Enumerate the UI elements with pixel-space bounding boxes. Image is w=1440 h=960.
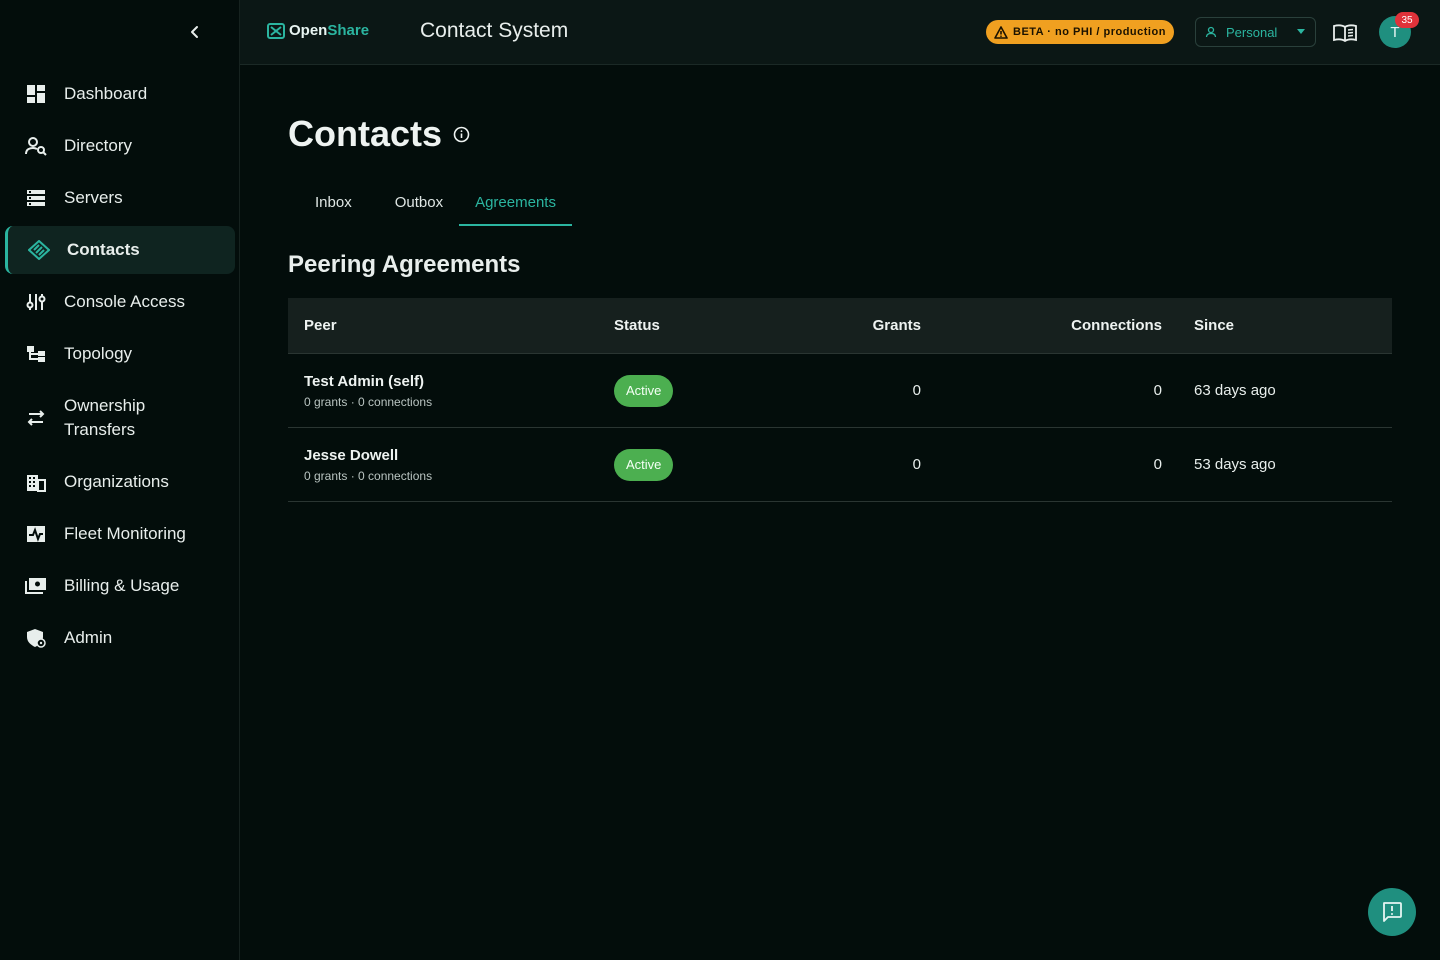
building-icon [25,471,47,493]
contacts-icon [28,239,50,261]
since-cell: 63 days ago [1194,382,1276,399]
sidebar-item-label: Directory [64,136,133,155]
column-header-grants[interactable]: Grants [768,317,921,334]
topology-icon [25,343,47,365]
column-header-peer[interactable]: Peer [288,317,598,334]
sidebar-item-dashboard[interactable]: Dashboard [5,70,235,118]
table-row[interactable]: Jesse Dowell 0 grants · 0 connections Ac… [288,428,1392,502]
caret-down-icon [1297,29,1305,34]
top-header: Open Share Contact System BETA · no PHI /… [240,0,1440,65]
docs-button[interactable] [1332,20,1358,46]
workspace-select-value: Personal [1226,24,1278,40]
peer-name: Jesse Dowell [304,446,399,464]
table-header: Peer Status Grants Connections Since [288,298,1392,354]
page-title-text: Contacts [288,113,443,154]
peer-cell: Test Admin (self) 0 grants · 0 connectio… [288,373,598,409]
logo-icon [267,22,285,39]
grants-cell: 0 [912,382,921,399]
logo-text-open: Open [289,22,328,39]
column-header-status[interactable]: Status [598,317,768,334]
beta-badge: BETA · no PHI / production [986,20,1174,44]
transfer-icon [25,407,47,429]
connections-cell: 0 [1153,382,1162,399]
sidebar-item-label: Dashboard [64,84,148,103]
monitoring-icon [25,523,47,545]
peer-summary: 0 grants · 0 connections [304,468,433,483]
grants-cell: 0 [912,456,921,473]
sidebar-item-label: Contacts [67,240,140,259]
openshare-logo[interactable]: Open Share [267,22,369,39]
peering-agreements-table: Peer Status Grants Connections Since Tes… [288,298,1392,502]
peer-name: Test Admin (self) [304,372,425,390]
feedback-icon [1383,902,1402,922]
sidebar-item-topology[interactable]: Topology [5,330,235,378]
sidebar-item-console-access[interactable]: Console Access [5,278,235,326]
workspace-select[interactable]: Personal [1195,17,1316,47]
sidebar-item-directory[interactable]: Directory [5,122,235,170]
sidebar-item-label: Ownership Transfers [64,396,146,439]
sidebar-item-label: Topology [64,344,133,363]
sidebar-item-label: Console Access [64,292,185,311]
chevron-left-icon [191,26,198,38]
sidebar-item-label: Fleet Monitoring [64,524,186,543]
sidebar-item-label: Organizations [64,472,169,491]
sidebar-item-ownership-transfers[interactable]: Ownership Transfers [5,382,235,454]
sidebar-item-servers[interactable]: Servers [5,174,235,222]
info-icon[interactable] [453,126,470,143]
servers-icon [25,187,47,209]
collapse-sidebar-button[interactable] [183,20,207,44]
column-header-since[interactable]: Since [1162,317,1392,334]
console-icon [25,291,47,313]
person-icon [1205,26,1217,38]
sidebar-nav: Dashboard Directory Servers Contacts Con… [0,70,240,666]
book-open-icon [1333,24,1357,42]
dashboard-icon [25,83,47,105]
person-search-icon [25,135,47,157]
contacts-tabs: Inbox Outbox Agreements [288,180,572,226]
page-title: Contacts [288,113,470,155]
section-title: Peering Agreements [288,251,521,278]
sidebar-item-fleet-monitoring[interactable]: Fleet Monitoring [5,510,235,558]
tab-agreements[interactable]: Agreements [459,180,572,226]
sidebar: Dashboard Directory Servers Contacts Con… [0,0,240,960]
since-cell: 53 days ago [1194,456,1276,473]
feedback-button[interactable] [1368,888,1416,936]
status-badge: Active [614,448,674,481]
logo-text-share: Share [327,22,370,39]
status-cell: Active [598,448,768,481]
notification-badge: 35 [1395,12,1419,28]
warning-icon [994,25,1008,39]
sidebar-item-billing-usage[interactable]: Billing & Usage [5,562,235,610]
beta-badge-text: BETA · no PHI / production [1013,26,1166,38]
admin-shield-icon [25,627,47,649]
sidebar-item-admin[interactable]: Admin [5,614,235,662]
table-row[interactable]: Test Admin (self) 0 grants · 0 connectio… [288,354,1392,428]
billing-icon [25,575,47,597]
status-cell: Active [598,374,768,407]
peer-summary: 0 grants · 0 connections [304,394,433,409]
peer-cell: Jesse Dowell 0 grants · 0 connections [288,447,598,483]
sidebar-item-label: Admin [64,628,113,647]
connections-cell: 0 [1153,456,1162,473]
sidebar-item-contacts[interactable]: Contacts [5,226,235,274]
column-header-connections[interactable]: Connections [921,317,1162,334]
app-title: Contact System [420,19,569,42]
sidebar-item-label: Billing & Usage [64,576,180,595]
tab-outbox[interactable]: Outbox [379,180,459,226]
sidebar-item-label: Servers [64,188,123,207]
sidebar-item-organizations[interactable]: Organizations [5,458,235,506]
tab-inbox[interactable]: Inbox [288,180,379,226]
status-badge: Active [614,374,674,407]
